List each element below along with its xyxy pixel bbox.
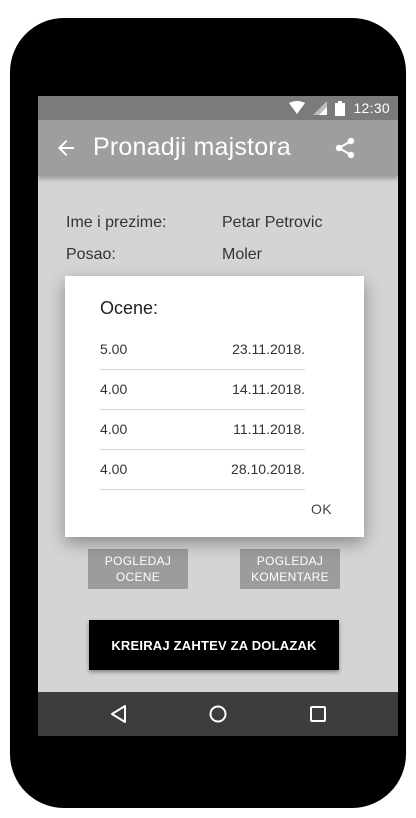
app-bar: Pronadji majstora bbox=[38, 120, 398, 176]
job-value: Moler bbox=[222, 246, 263, 263]
phone-frame: 12:30 Pronadji majstora Ime i prezime: P… bbox=[10, 18, 406, 808]
signal-icon bbox=[313, 101, 328, 115]
dialog-title: Ocene: bbox=[100, 298, 159, 318]
arrow-back-icon[interactable] bbox=[54, 136, 78, 160]
app-title: Pronadji majstora bbox=[93, 133, 291, 161]
view-ratings-button[interactable]: POGLEDAJ OCENE bbox=[88, 549, 188, 589]
view-ratings-line2: OCENE bbox=[115, 570, 161, 584]
status-time: 12:30 bbox=[353, 100, 390, 116]
rating-row: 4.00 28.10.2018. bbox=[100, 449, 305, 490]
view-comments-line1: POGLEDAJ bbox=[256, 554, 324, 568]
screen: 12:30 Pronadji majstora Ime i prezime: P… bbox=[38, 96, 398, 736]
rating-score: 4.00 bbox=[100, 421, 128, 437]
view-comments-button[interactable]: POGLEDAJ KOMENTARE bbox=[240, 549, 340, 589]
rating-date: 23.11.2018. bbox=[232, 341, 305, 357]
rating-score: 5.00 bbox=[100, 341, 128, 357]
status-icons: 12:30 bbox=[289, 100, 390, 116]
circle-home-icon[interactable] bbox=[207, 703, 229, 725]
view-comments-line2: KOMENTARE bbox=[251, 570, 329, 584]
rating-date: 14.11.2018. bbox=[232, 381, 305, 397]
job-label: Posao: bbox=[66, 246, 116, 263]
rating-row: 4.00 11.11.2018. bbox=[100, 409, 305, 450]
ratings-dialog: Ocene: 5.00 23.11.2018. 4.00 14.11.2018.… bbox=[65, 276, 364, 537]
rating-date: 28.10.2018. bbox=[231, 461, 305, 477]
rating-row: 4.00 14.11.2018. bbox=[100, 369, 305, 410]
navigation-bar bbox=[38, 692, 398, 736]
rating-score: 4.00 bbox=[100, 461, 128, 477]
rating-date: 11.11.2018. bbox=[233, 421, 305, 437]
view-ratings-line1: POGLEDAJ bbox=[104, 554, 172, 568]
name-value: Petar Petrovic bbox=[222, 214, 323, 231]
square-recents-icon[interactable] bbox=[307, 703, 329, 725]
status-bar: 12:30 bbox=[38, 96, 398, 120]
name-label: Ime i prezime: bbox=[66, 214, 167, 231]
battery-icon bbox=[335, 100, 346, 116]
wifi-icon bbox=[289, 101, 306, 114]
create-request-button[interactable]: KREIRAJ ZAHTEV ZA DOLAZAK bbox=[89, 620, 339, 670]
triangle-back-icon[interactable] bbox=[108, 703, 130, 725]
rating-score: 4.00 bbox=[100, 381, 128, 397]
rating-row: 5.00 23.11.2018. bbox=[100, 329, 305, 370]
share-icon[interactable] bbox=[334, 137, 356, 159]
ok-button[interactable]: OK bbox=[311, 501, 332, 517]
